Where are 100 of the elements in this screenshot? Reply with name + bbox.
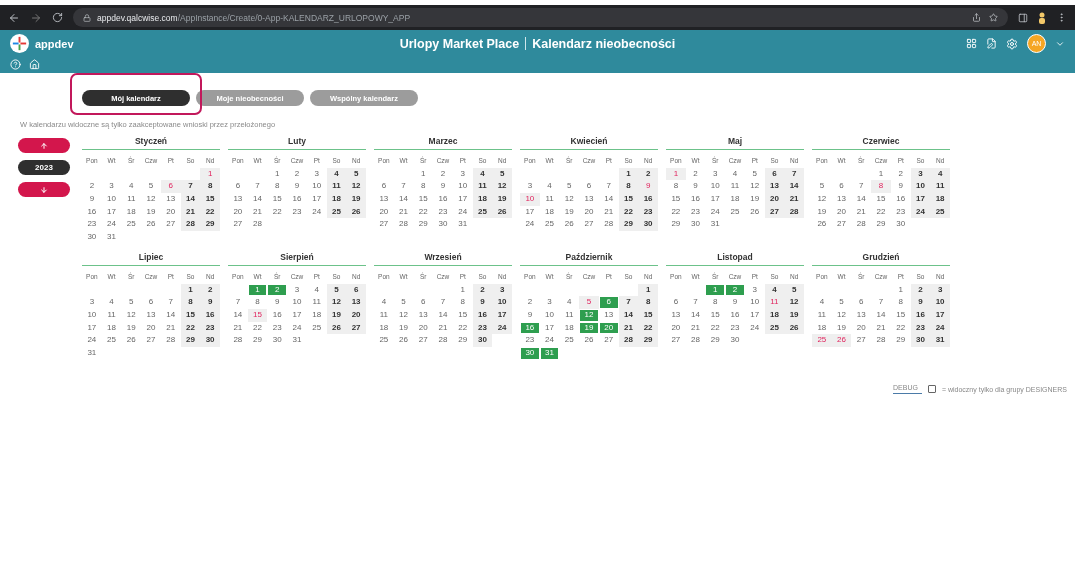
day-cell[interactable]: 14 bbox=[784, 180, 804, 194]
day-cell[interactable]: 11 bbox=[559, 308, 580, 322]
day-cell[interactable]: 14 bbox=[871, 308, 891, 322]
day-cell[interactable]: 8 bbox=[267, 180, 288, 194]
day-cell[interactable]: 29 bbox=[247, 334, 268, 347]
day-cell[interactable]: 16 bbox=[890, 193, 911, 206]
day-cell[interactable]: 24 bbox=[101, 218, 122, 232]
day-cell[interactable]: 20 bbox=[374, 205, 394, 219]
day-cell[interactable]: 22 bbox=[890, 321, 911, 335]
day-cell[interactable]: 10 bbox=[287, 296, 307, 309]
day-cell[interactable]: 28 bbox=[433, 334, 453, 347]
day-cell[interactable]: 18 bbox=[725, 193, 745, 206]
day-cell[interactable]: 8 bbox=[413, 180, 434, 194]
day-cell[interactable]: 25 bbox=[559, 334, 580, 347]
day-cell[interactable]: 30 bbox=[725, 334, 745, 347]
day-cell[interactable]: 29 bbox=[705, 334, 726, 347]
day-cell[interactable]: 3 bbox=[539, 296, 560, 309]
day-cell[interactable]: 1 bbox=[247, 283, 268, 297]
day-cell[interactable]: 5 bbox=[559, 180, 580, 194]
day-cell[interactable]: 16 bbox=[520, 321, 540, 335]
day-cell[interactable]: 7 bbox=[160, 296, 181, 309]
day-cell[interactable]: 4 bbox=[930, 167, 950, 181]
day-cell[interactable]: 18 bbox=[121, 205, 142, 219]
day-cell[interactable]: 12 bbox=[831, 308, 852, 322]
day-cell[interactable]: 1 bbox=[267, 167, 288, 181]
day-cell[interactable]: 25 bbox=[812, 334, 832, 347]
day-cell[interactable]: 15 bbox=[200, 193, 220, 206]
day-cell[interactable]: 16 bbox=[287, 193, 307, 206]
day-cell[interactable]: 11 bbox=[306, 296, 327, 309]
day-cell[interactable]: 4 bbox=[306, 283, 327, 297]
day-cell[interactable]: 10 bbox=[306, 180, 327, 194]
day-cell[interactable]: 18 bbox=[101, 321, 122, 335]
day-cell[interactable]: 28 bbox=[393, 218, 414, 232]
home-icon[interactable] bbox=[29, 58, 40, 70]
day-cell[interactable]: 7 bbox=[228, 296, 248, 309]
day-cell[interactable]: 5 bbox=[121, 296, 142, 309]
day-cell[interactable]: 15 bbox=[871, 193, 891, 206]
day-cell[interactable]: 4 bbox=[559, 296, 580, 309]
day-cell[interactable]: 5 bbox=[346, 167, 366, 181]
day-cell[interactable]: 12 bbox=[784, 296, 804, 309]
day-cell[interactable]: 7 bbox=[618, 296, 639, 309]
day-cell[interactable]: 20 bbox=[228, 205, 248, 219]
day-cell[interactable]: 28 bbox=[598, 218, 619, 232]
day-cell[interactable]: 15 bbox=[618, 193, 639, 206]
day-cell[interactable]: 8 bbox=[638, 296, 658, 309]
day-cell[interactable]: 15 bbox=[890, 308, 911, 322]
day-cell[interactable]: 31 bbox=[539, 346, 560, 360]
day-cell[interactable]: 31 bbox=[82, 346, 102, 360]
day-cell[interactable]: 24 bbox=[452, 205, 473, 219]
day-cell[interactable]: 21 bbox=[851, 205, 872, 219]
day-cell[interactable]: 30 bbox=[472, 334, 493, 347]
day-cell[interactable]: 4 bbox=[764, 283, 785, 297]
day-cell[interactable]: 2 bbox=[472, 283, 493, 297]
day-cell[interactable]: 13 bbox=[346, 296, 366, 309]
day-cell[interactable]: 14 bbox=[160, 308, 181, 322]
share-icon[interactable] bbox=[972, 13, 981, 22]
day-cell[interactable]: 9 bbox=[685, 180, 706, 194]
day-cell[interactable]: 29 bbox=[180, 334, 201, 347]
day-cell[interactable]: 26 bbox=[393, 334, 414, 347]
day-cell[interactable]: 17 bbox=[705, 193, 726, 206]
day-cell[interactable]: 4 bbox=[539, 180, 560, 194]
day-cell[interactable]: 13 bbox=[160, 193, 181, 206]
day-cell[interactable]: 18 bbox=[559, 321, 580, 335]
day-cell[interactable]: 19 bbox=[393, 321, 414, 335]
day-cell[interactable]: 12 bbox=[326, 296, 347, 309]
day-cell[interactable]: 11 bbox=[764, 296, 785, 309]
day-cell[interactable]: 4 bbox=[374, 296, 394, 309]
day-cell[interactable]: 13 bbox=[141, 308, 161, 322]
day-cell[interactable]: 14 bbox=[851, 193, 872, 206]
day-cell[interactable]: 15 bbox=[666, 193, 686, 206]
day-cell[interactable]: 13 bbox=[228, 193, 248, 206]
day-cell[interactable]: 13 bbox=[374, 193, 394, 206]
day-cell[interactable]: 20 bbox=[141, 321, 161, 335]
day-cell[interactable]: 9 bbox=[910, 296, 931, 309]
day-cell[interactable]: 22 bbox=[705, 321, 726, 335]
day-cell[interactable]: 4 bbox=[725, 167, 745, 181]
day-cell[interactable]: 16 bbox=[433, 193, 453, 206]
day-cell[interactable]: 9 bbox=[520, 308, 540, 322]
day-cell[interactable]: 20 bbox=[831, 205, 852, 219]
day-cell[interactable]: 30 bbox=[638, 218, 658, 232]
day-cell[interactable]: 26 bbox=[141, 218, 161, 232]
previous-year-button[interactable] bbox=[18, 138, 70, 153]
day-cell[interactable]: 6 bbox=[831, 180, 852, 194]
day-cell[interactable]: 28 bbox=[871, 334, 891, 347]
side-panel-icon[interactable] bbox=[1018, 12, 1028, 23]
day-cell[interactable]: 29 bbox=[871, 218, 891, 232]
day-cell[interactable]: 1 bbox=[638, 283, 658, 297]
day-cell[interactable]: 18 bbox=[306, 308, 327, 322]
day-cell[interactable]: 12 bbox=[393, 308, 414, 322]
day-cell[interactable]: 24 bbox=[520, 218, 540, 232]
day-cell[interactable]: 27 bbox=[579, 218, 599, 232]
day-cell[interactable]: 13 bbox=[413, 308, 434, 322]
day-cell[interactable]: 2 bbox=[910, 283, 931, 297]
day-cell[interactable]: 6 bbox=[598, 296, 619, 309]
day-cell[interactable]: 22 bbox=[871, 205, 891, 219]
day-cell[interactable]: 5 bbox=[784, 283, 804, 297]
day-cell[interactable]: 27 bbox=[228, 218, 248, 232]
day-cell[interactable]: 12 bbox=[559, 193, 580, 206]
day-cell[interactable]: 21 bbox=[160, 321, 181, 335]
day-cell[interactable]: 6 bbox=[413, 296, 434, 309]
